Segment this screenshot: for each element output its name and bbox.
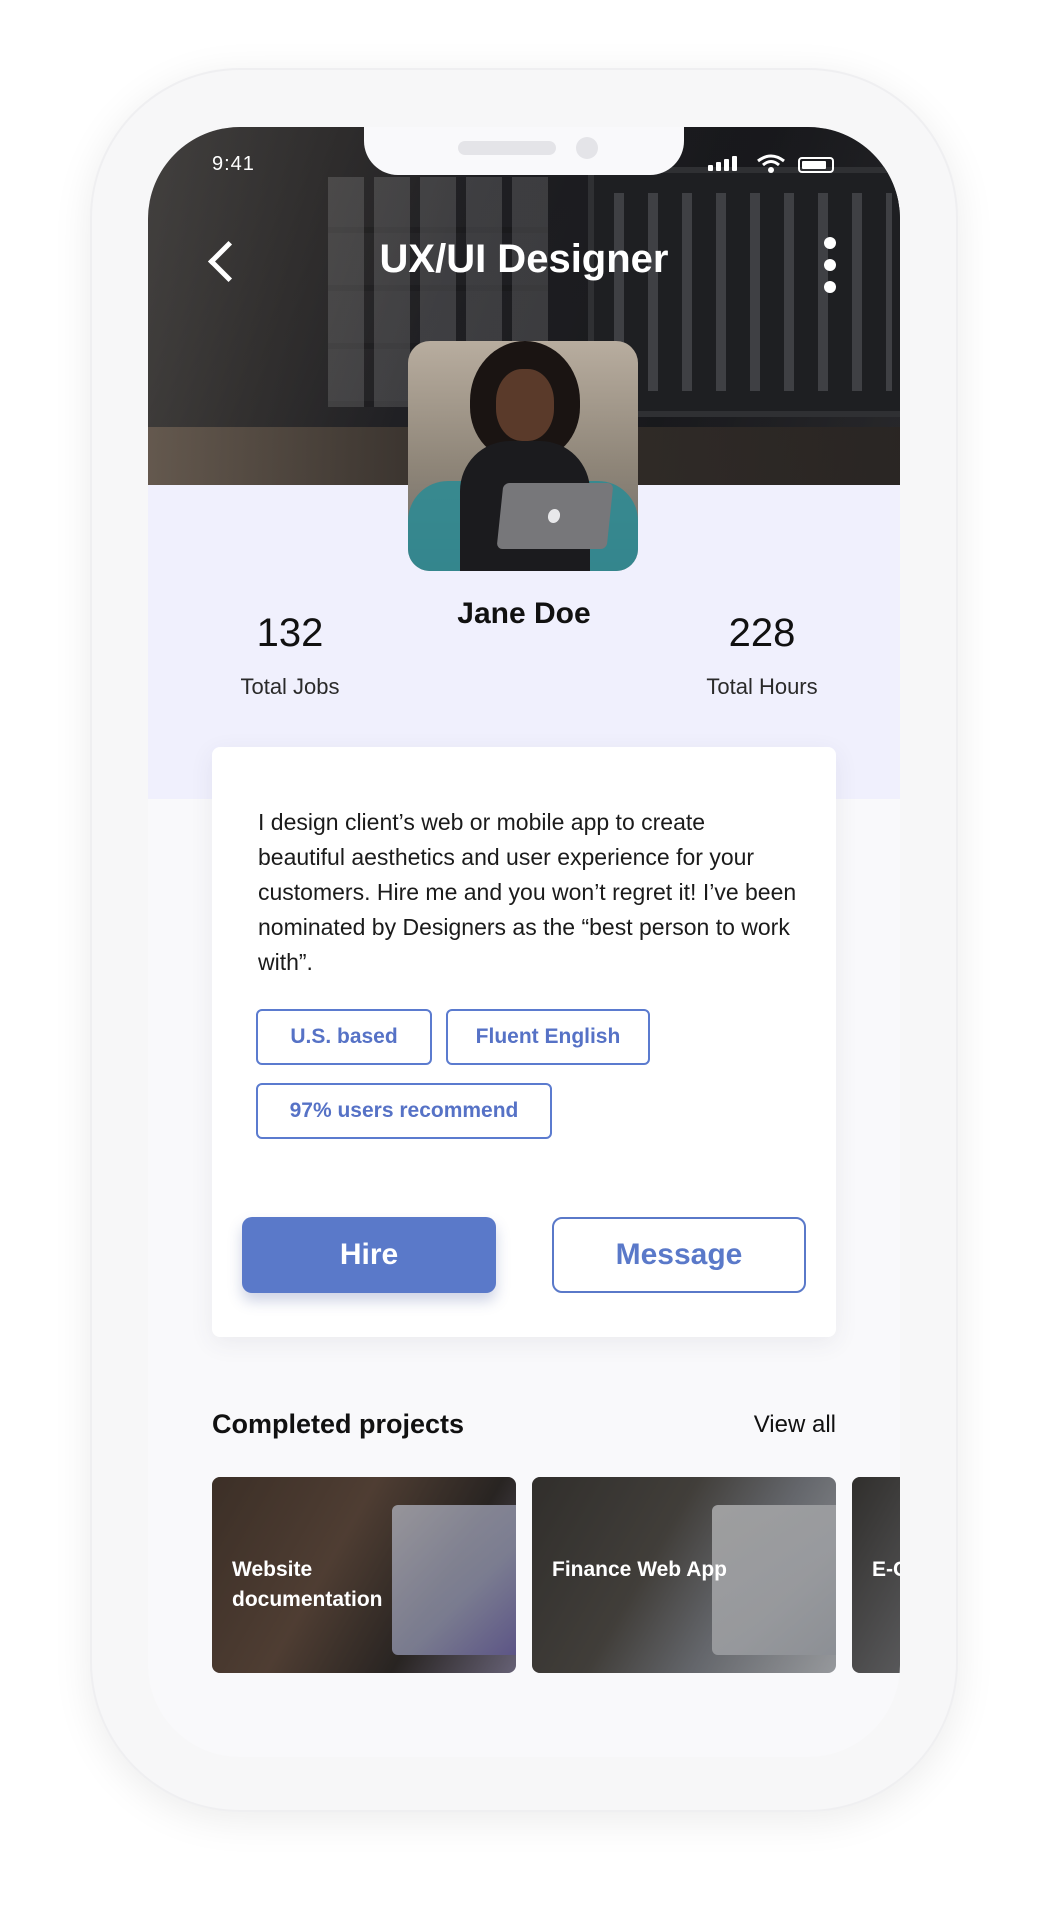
stat-total-jobs: 132 Total Jobs: [190, 611, 390, 700]
hire-button[interactable]: Hire: [242, 1217, 496, 1293]
project-label: E-C: [872, 1558, 900, 1581]
project-label: Website documentation: [232, 1558, 383, 1611]
front-camera: [576, 137, 598, 159]
tag-us-based[interactable]: U.S. based: [256, 1009, 432, 1065]
avatar: [408, 341, 638, 571]
stat-label: Total Hours: [706, 674, 818, 699]
speaker: [458, 141, 556, 155]
back-arrow-icon[interactable]: [200, 235, 244, 287]
project-card-website-documentation[interactable]: Website documentation: [212, 1477, 516, 1673]
status-time: 9:41: [212, 153, 255, 175]
project-card-ecommerce[interactable]: E-C: [852, 1477, 900, 1673]
profile-card: I design client’s web or mobile app to c…: [212, 747, 836, 1337]
page-title: UX/UI Designer: [379, 237, 669, 281]
section-title: Completed projects: [212, 1409, 465, 1439]
stage: 9:41 UX/UI Designer Jane Doe 132 Total J…: [0, 0, 1046, 1920]
stat-value: 132: [256, 611, 324, 655]
project-card-finance-web-app[interactable]: Finance Web App: [532, 1477, 836, 1673]
phone-screen: 9:41 UX/UI Designer Jane Doe 132 Total J…: [148, 127, 900, 1757]
stat-label: Total Jobs: [240, 674, 340, 699]
status-icons: [708, 151, 838, 175]
tag-users-recommend[interactable]: 97% users recommend: [256, 1083, 552, 1139]
profile-name: Jane Doe: [457, 597, 591, 630]
wifi-icon: [757, 154, 785, 173]
view-all-link[interactable]: View all: [710, 1411, 836, 1439]
stat-value: 228: [728, 611, 796, 655]
more-vertical-icon[interactable]: [820, 235, 840, 295]
message-button[interactable]: Message: [552, 1217, 806, 1293]
stat-total-hours: 228 Total Hours: [662, 611, 862, 700]
battery-icon: [798, 157, 834, 173]
bio-text: I design client’s web or mobile app to c…: [258, 809, 797, 975]
project-label: Finance Web App: [552, 1558, 728, 1581]
tag-fluent-english[interactable]: Fluent English: [446, 1009, 650, 1065]
